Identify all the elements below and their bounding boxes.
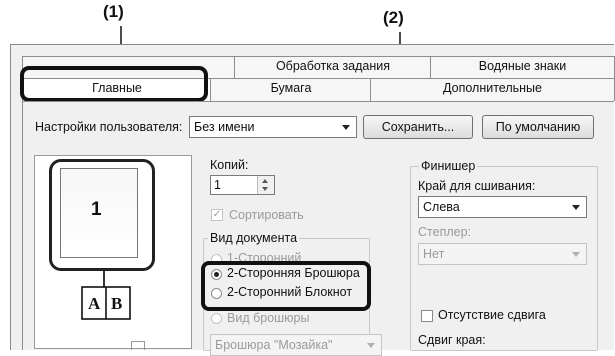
stapler-select[interactable]: Нет <box>418 243 587 265</box>
user-settings-label: Настройки пользователя: <box>35 120 183 134</box>
page-sheet: 1 <box>60 168 138 258</box>
tab-job-handling[interactable]: Обработка задания <box>234 56 432 79</box>
save-settings-label: Сохранить... <box>381 120 455 134</box>
save-settings-button[interactable]: Сохранить... <box>363 115 473 139</box>
chevron-up-icon[interactable] <box>262 179 268 183</box>
no-offset-checkbox[interactable] <box>421 310 433 322</box>
user-settings-value: Без имени <box>194 120 255 134</box>
binding-edge-select[interactable]: Слева <box>418 196 587 218</box>
margin-shift-label: Сдвиг края: <box>418 333 486 347</box>
binding-edge-value: Слева <box>423 200 460 214</box>
stapler-value: Нет <box>423 247 445 261</box>
copies-spinbox[interactable]: 1 <box>210 175 275 195</box>
collate-label: Сортировать <box>229 208 304 222</box>
copies-value: 1 <box>214 178 221 192</box>
restore-defaults-button[interactable]: По умолчанию <box>482 115 594 139</box>
book-left-letter: A <box>88 294 101 313</box>
stapler-label: Степлер: <box>418 225 472 239</box>
document-style-title: Вид документа <box>208 231 300 245</box>
collate-checkbox[interactable]: ✓ <box>211 209 223 221</box>
callout-2-highlight <box>201 261 371 311</box>
radio-booklet-view[interactable] <box>211 313 222 324</box>
chevron-down-icon <box>342 125 350 130</box>
radio-booklet-view-label: Вид брошюры <box>227 311 310 325</box>
chevron-down-icon[interactable] <box>262 187 268 191</box>
tab-watermarks[interactable]: Водяные знаки <box>430 56 615 79</box>
page-number: 1 <box>91 199 102 220</box>
book-right-letter: B <box>111 294 123 313</box>
preview-area: 1 A B <box>34 155 192 350</box>
radio-one-sided-label: 1-Сторонний <box>227 251 302 261</box>
tab-advanced[interactable]: Дополнительные <box>370 78 615 101</box>
chevron-down-icon <box>572 205 580 210</box>
booklet-style-select[interactable]: Брошюра "Мозайка" <box>210 334 382 356</box>
binding-edge-label: Край для сшивания: <box>418 179 536 193</box>
chevron-down-icon <box>367 343 375 348</box>
restore-defaults-label: По умолчанию <box>495 120 581 134</box>
copies-stepper[interactable] <box>257 176 274 194</box>
callout-1-highlight <box>20 66 208 102</box>
no-offset-label: Отсутствие сдвига <box>438 308 546 322</box>
booklet-style-value: Брошюра "Мозайка" <box>215 338 333 352</box>
chevron-down-icon <box>572 252 580 257</box>
user-settings-select[interactable]: Без имени <box>189 116 357 138</box>
finisher-title: Финишер <box>419 159 478 173</box>
copies-label: Копий: <box>210 158 249 172</box>
tab-paper[interactable]: Бумага <box>210 78 372 101</box>
page-preview: 1 <box>49 159 155 271</box>
